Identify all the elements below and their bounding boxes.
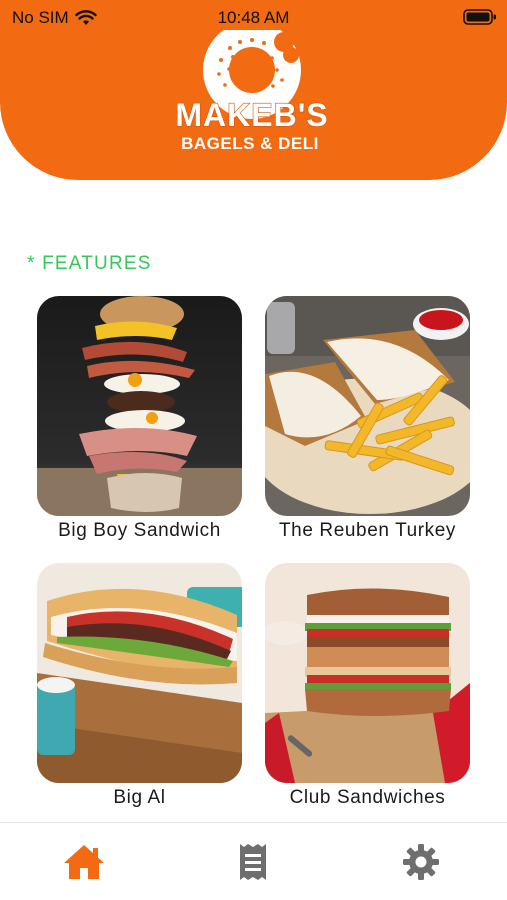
feature-card-label: Big Al [113, 787, 166, 808]
big-al-image [37, 563, 242, 783]
receipt-icon [240, 844, 266, 880]
battery-icon [463, 9, 496, 25]
tab-home[interactable] [61, 841, 107, 883]
tab-settings[interactable] [398, 841, 444, 883]
gear-icon [403, 844, 439, 880]
features-heading: * FEATURES [27, 253, 152, 274]
tab-orders[interactable] [230, 841, 276, 883]
bagel-logo-icon: MAKEB'S BAGELS & DELI [175, 21, 328, 153]
home-icon [64, 845, 104, 879]
feature-card-club-sandwiches[interactable]: Club Sandwiches [265, 563, 470, 809]
feature-card-big-boy[interactable]: Big Boy Sandwich [37, 296, 242, 542]
brand-logo: MAKEB'S BAGELS & DELI [145, 21, 360, 155]
app-screen: No SIM 10:48 AM MAKEB'S BAGELS & DELI * … [0, 0, 507, 900]
reuben-turkey-image [265, 296, 470, 516]
feature-card-label: Big Boy Sandwich [58, 520, 221, 541]
big-boy-sandwich-image [37, 296, 242, 516]
feature-card-big-al[interactable]: Big Al [37, 563, 242, 809]
feature-card-label: Club Sandwiches [289, 787, 446, 808]
club-sandwiches-image [265, 563, 470, 783]
feature-card-label: The Reuben Turkey [278, 520, 457, 541]
feature-card-reuben-turkey[interactable]: The Reuben Turkey [265, 296, 470, 542]
brand-name-line1: MAKEB'S [175, 97, 328, 133]
bottom-tab-bar [0, 822, 507, 900]
brand-name-line2: BAGELS & DELI [181, 134, 319, 153]
clock: 10:48 AM [217, 8, 290, 27]
header-banner: No SIM 10:48 AM MAKEB'S BAGELS & DELI [0, 0, 507, 180]
status-bar: No SIM 10:48 AM [0, 0, 507, 34]
